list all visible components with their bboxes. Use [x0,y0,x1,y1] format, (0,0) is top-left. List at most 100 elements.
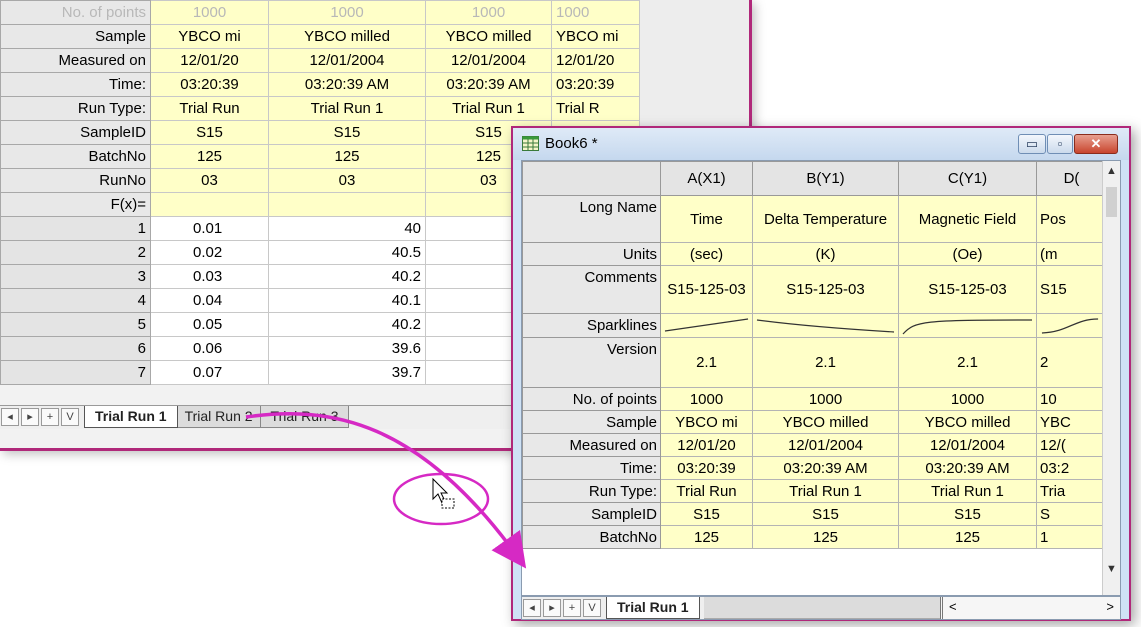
data-cell[interactable]: 0.05 [150,312,269,337]
label-cell[interactable]: YBCO milled [752,410,899,434]
scroll-left-icon[interactable]: < [949,597,957,619]
row-label[interactable]: SampleID [522,502,661,526]
back-label-cell[interactable]: 12/01/2004 [425,48,552,73]
back-label-cell[interactable]: Trial R [551,96,640,121]
label-cell[interactable]: 03:2 [1036,456,1107,480]
back-label-cell[interactable] [268,192,426,217]
back-label-cell[interactable]: 03:20:39 AM [425,72,552,97]
column-header[interactable]: B(Y1) [752,161,899,196]
row-label[interactable]: Time: [522,456,661,480]
row-number[interactable]: 6 [0,336,151,361]
back-label-cell[interactable]: 12/01/20 [150,48,269,73]
back-label-cell[interactable]: 03 [268,168,426,193]
label-cell[interactable]: 12/01/20 [660,433,753,457]
label-cell[interactable]: S15 [1036,265,1107,314]
label-cell[interactable]: S15-125-03 [752,265,899,314]
label-cell[interactable]: S15 [898,502,1037,526]
data-cell[interactable]: 39.7 [268,360,426,385]
back-label-cell[interactable]: Trial Run [150,96,269,121]
row-number[interactable]: 4 [0,288,151,313]
maximize-button[interactable]: ▫ [1047,134,1073,154]
row-number[interactable]: 7 [0,360,151,385]
vertical-scrollbar[interactable]: ▲ ▼ [1102,161,1120,595]
back-label-cell[interactable] [150,192,269,217]
back-label-cell[interactable]: 12/01/2004 [268,48,426,73]
label-cell[interactable]: 125 [660,525,753,549]
data-cell[interactable]: 0.04 [150,288,269,313]
data-cell[interactable]: 40 [268,216,426,241]
sheet-list-button[interactable]: V [583,599,601,617]
back-label-cell[interactable]: S15 [150,120,269,145]
back-label-cell[interactable]: 12/01/20 [551,48,640,73]
scroll-up-icon[interactable]: ▲ [1106,165,1117,177]
sparkline-cell[interactable] [898,313,1037,338]
back-label-cell[interactable]: YBCO mi [150,24,269,49]
label-cell[interactable]: 03:20:39 AM [898,456,1037,480]
back-row-label[interactable]: RunNo [0,168,151,193]
back-label-cell[interactable]: YBCO milled [268,24,426,49]
back-row-label[interactable]: Sample [0,24,151,49]
label-cell[interactable]: (sec) [660,242,753,266]
back-row-label[interactable]: Time: [0,72,151,97]
label-cell[interactable]: 2 [1036,337,1107,388]
data-cell[interactable]: 0.02 [150,240,269,265]
vertical-scroll-thumb[interactable] [1106,187,1117,217]
back-label-cell[interactable]: 03:20:39 [150,72,269,97]
back-row-label[interactable]: No. of points [0,0,151,25]
data-cell[interactable]: 40.2 [268,312,426,337]
column-header[interactable]: D( [1036,161,1107,196]
back-label-cell[interactable]: YBCO milled [425,24,552,49]
back-row-label[interactable]: BatchNo [0,144,151,169]
label-cell[interactable]: 12/01/2004 [752,433,899,457]
row-number[interactable]: 3 [0,264,151,289]
back-sheet-list-button[interactable]: V [61,408,79,426]
label-cell[interactable]: (K) [752,242,899,266]
tab-trial-run-1[interactable]: Trial Run 1 [84,406,178,428]
row-label[interactable]: Measured on [522,433,661,457]
data-cell[interactable]: 0.07 [150,360,269,385]
label-cell[interactable]: Time [660,195,753,243]
row-label[interactable]: Long Name [522,195,661,243]
tab-next-button[interactable]: ▸ [543,599,561,617]
row-label[interactable]: Units [522,242,661,266]
sparkline-cell[interactable] [660,313,753,338]
data-cell[interactable]: 0.03 [150,264,269,289]
back-row-label[interactable]: Run Type: [0,96,151,121]
label-cell[interactable]: 2.1 [660,337,753,388]
add-sheet-button[interactable]: + [563,599,581,617]
back-label-cell[interactable]: 125 [268,144,426,169]
label-cell[interactable]: Trial Run 1 [898,479,1037,503]
sparkline-cell[interactable] [1036,313,1107,338]
label-cell[interactable]: (m [1036,242,1107,266]
label-cell[interactable]: 125 [898,525,1037,549]
row-number[interactable]: 2 [0,240,151,265]
data-cell[interactable]: 40.5 [268,240,426,265]
label-cell[interactable]: S15-125-03 [898,265,1037,314]
back-label-cell[interactable]: 1000 [268,0,426,25]
back-label-cell[interactable]: YBCO mi [551,24,640,49]
back-add-sheet-button[interactable]: + [41,408,59,426]
label-cell[interactable]: 1000 [898,387,1037,411]
row-label[interactable]: Version [522,337,661,388]
back-tab-prev-button[interactable]: ◂ [1,408,19,426]
scroll-right-icon[interactable]: > [1106,597,1114,619]
data-cell[interactable]: 0.06 [150,336,269,361]
back-label-cell[interactable]: 125 [150,144,269,169]
label-cell[interactable]: S [1036,502,1107,526]
corner-cell[interactable] [522,161,661,196]
back-row-label[interactable]: Measured on [0,48,151,73]
label-cell[interactable]: Delta Temperature [752,195,899,243]
label-cell[interactable]: Trial Run 1 [752,479,899,503]
back-label-cell[interactable]: 1000 [425,0,552,25]
label-cell[interactable]: Trial Run [660,479,753,503]
back-label-cell[interactable]: 03:20:39 [551,72,640,97]
back-label-cell[interactable]: Trial Run 1 [268,96,426,121]
sparkline-cell[interactable] [752,313,899,338]
label-cell[interactable]: 10 [1036,387,1107,411]
row-label[interactable]: No. of points [522,387,661,411]
label-cell[interactable]: 12/01/2004 [898,433,1037,457]
label-cell[interactable]: 03:20:39 [660,456,753,480]
tab-prev-button[interactable]: ◂ [523,599,541,617]
column-header[interactable]: A(X1) [660,161,753,196]
label-cell[interactable]: 12/( [1036,433,1107,457]
